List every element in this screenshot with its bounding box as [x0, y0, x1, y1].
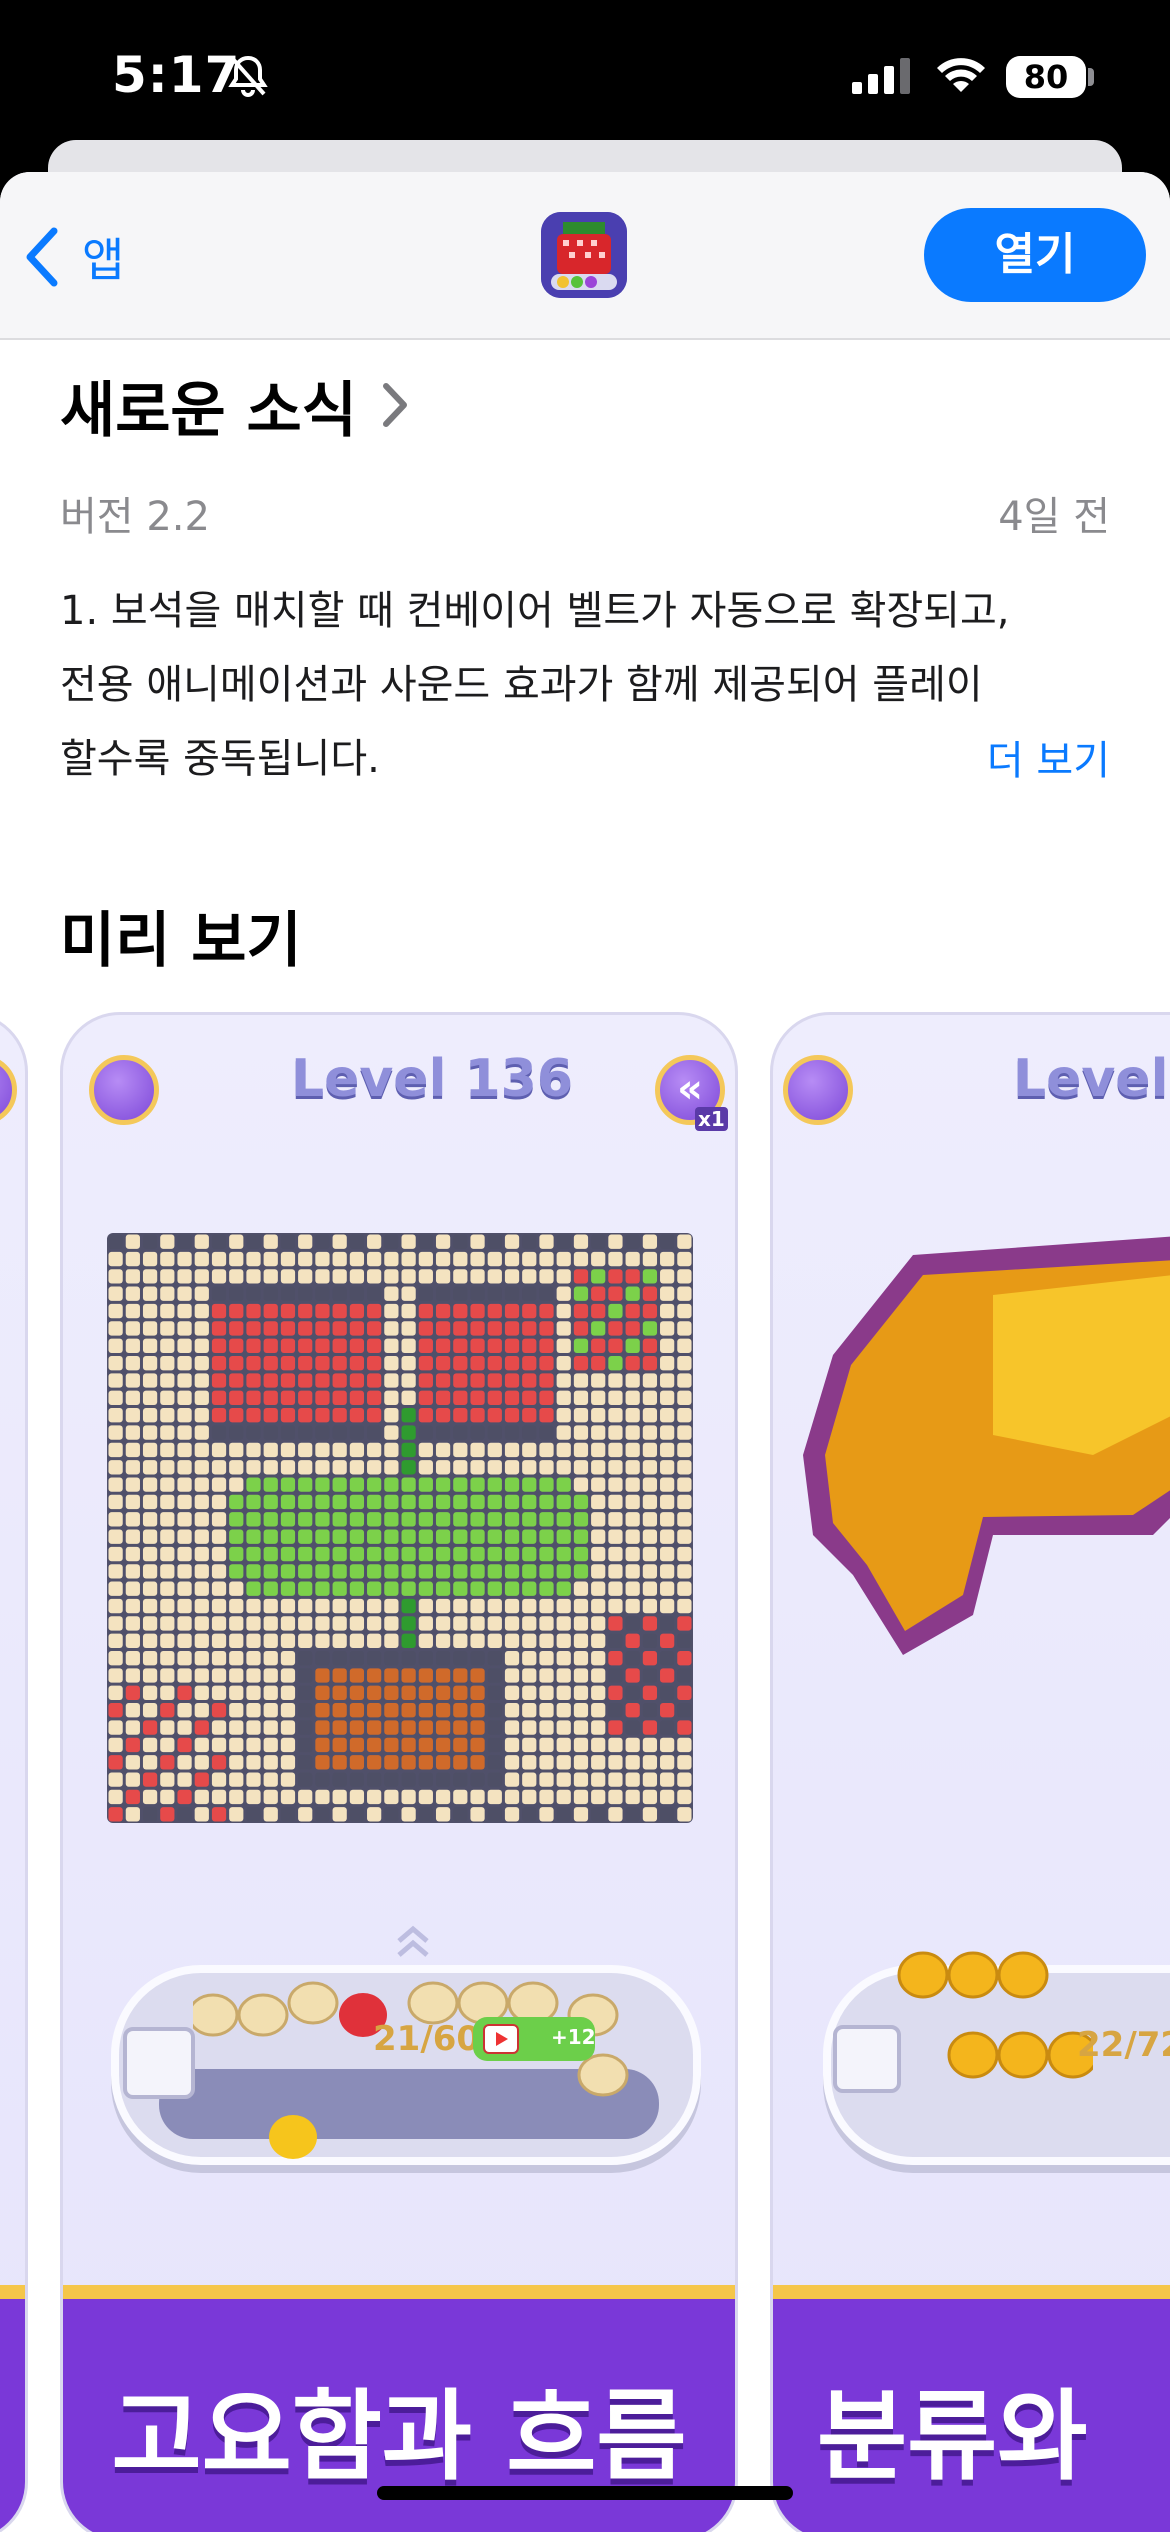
gear-icon — [0, 1055, 17, 1125]
version-label: 버전 2.2 — [60, 494, 210, 540]
ad-bonus-label: +12 — [551, 2025, 596, 2049]
chevron-right-icon[interactable] — [382, 382, 408, 428]
gear-icon — [89, 1055, 159, 1125]
chevron-left-icon — [26, 227, 58, 287]
home-indicator — [377, 2486, 793, 2500]
level-label: Level 136 — [291, 1049, 574, 1109]
screenshot-1[interactable]: Level 136 « x1 21/60 +12 고요함과 흐름 — [60, 1012, 738, 2532]
flower-pot-pixel-art — [108, 1234, 692, 1822]
open-button[interactable]: 열기 — [924, 208, 1146, 302]
video-play-icon — [483, 2024, 519, 2054]
screenshot-partial[interactable] — [0, 1012, 28, 2532]
release-notes-line: 1. 보석을 매치할 때 컨베이어 벨트가 자동으로 확장되고, — [60, 588, 1010, 634]
release-time: 4일 전 — [998, 494, 1110, 540]
cellular-signal-icon — [852, 58, 910, 94]
empty-slot — [833, 2025, 901, 2093]
back-label: 앱 — [82, 233, 125, 287]
nav-bar: 앱 열기 — [0, 172, 1170, 340]
back-button[interactable]: 앱 — [24, 222, 124, 292]
whats-new-title[interactable]: 새로운 소식 — [60, 362, 357, 449]
gem-stacks — [897, 1951, 1093, 2079]
gem-stacks — [193, 1981, 629, 2159]
release-notes-line: 전용 애니메이션과 사운드 효과가 함께 제공되어 플레이 — [60, 662, 983, 708]
app-sheet: 앱 열기 새로운 소식 버전 2.2 4일 전 1. 보석을 매치할 때 컨베이… — [0, 172, 1170, 2532]
preview-title: 미리 보기 — [60, 906, 302, 976]
strawberry-puzzle-icon — [541, 212, 627, 298]
screenshot-banner — [0, 2285, 25, 2532]
level-label: Level 1 — [1013, 1049, 1170, 1109]
screenshot-caption: 분류와 — [817, 2380, 1088, 2494]
wifi-icon — [937, 58, 985, 92]
empty-slot — [123, 2027, 195, 2099]
status-time: 5:17 — [112, 46, 241, 104]
release-notes-line: 할수록 중독됩니다. — [60, 736, 380, 782]
app-icon[interactable] — [541, 212, 627, 298]
progress-counter: 21/60 — [373, 2019, 481, 2059]
cookie-pixel-art — [803, 1236, 1170, 1655]
screenshot-banner: 분류와 — [773, 2285, 1170, 2532]
bell-muted-icon — [228, 55, 268, 97]
status-bar: 5:17 80 — [0, 0, 1170, 150]
battery-indicator: 80 — [1006, 56, 1086, 98]
progress-counter: 22/72 — [1077, 2025, 1170, 2065]
battery-tip — [1088, 68, 1094, 86]
speed-multiplier: x1 — [695, 1107, 728, 1131]
more-button[interactable]: 더 보기 — [987, 728, 1110, 786]
gear-icon — [783, 1055, 853, 1125]
release-notes: 1. 보석을 매치할 때 컨베이어 벨트가 자동으로 확장되고, 전용 애니메이… — [60, 574, 1110, 796]
screenshot-2[interactable]: Level 1 22/72 분류와 — [770, 1012, 1170, 2532]
screenshot-caption: 고요함과 흐름 — [111, 2380, 687, 2494]
chevron-up-icon — [397, 1925, 429, 1957]
pixel-board — [107, 1233, 693, 1823]
